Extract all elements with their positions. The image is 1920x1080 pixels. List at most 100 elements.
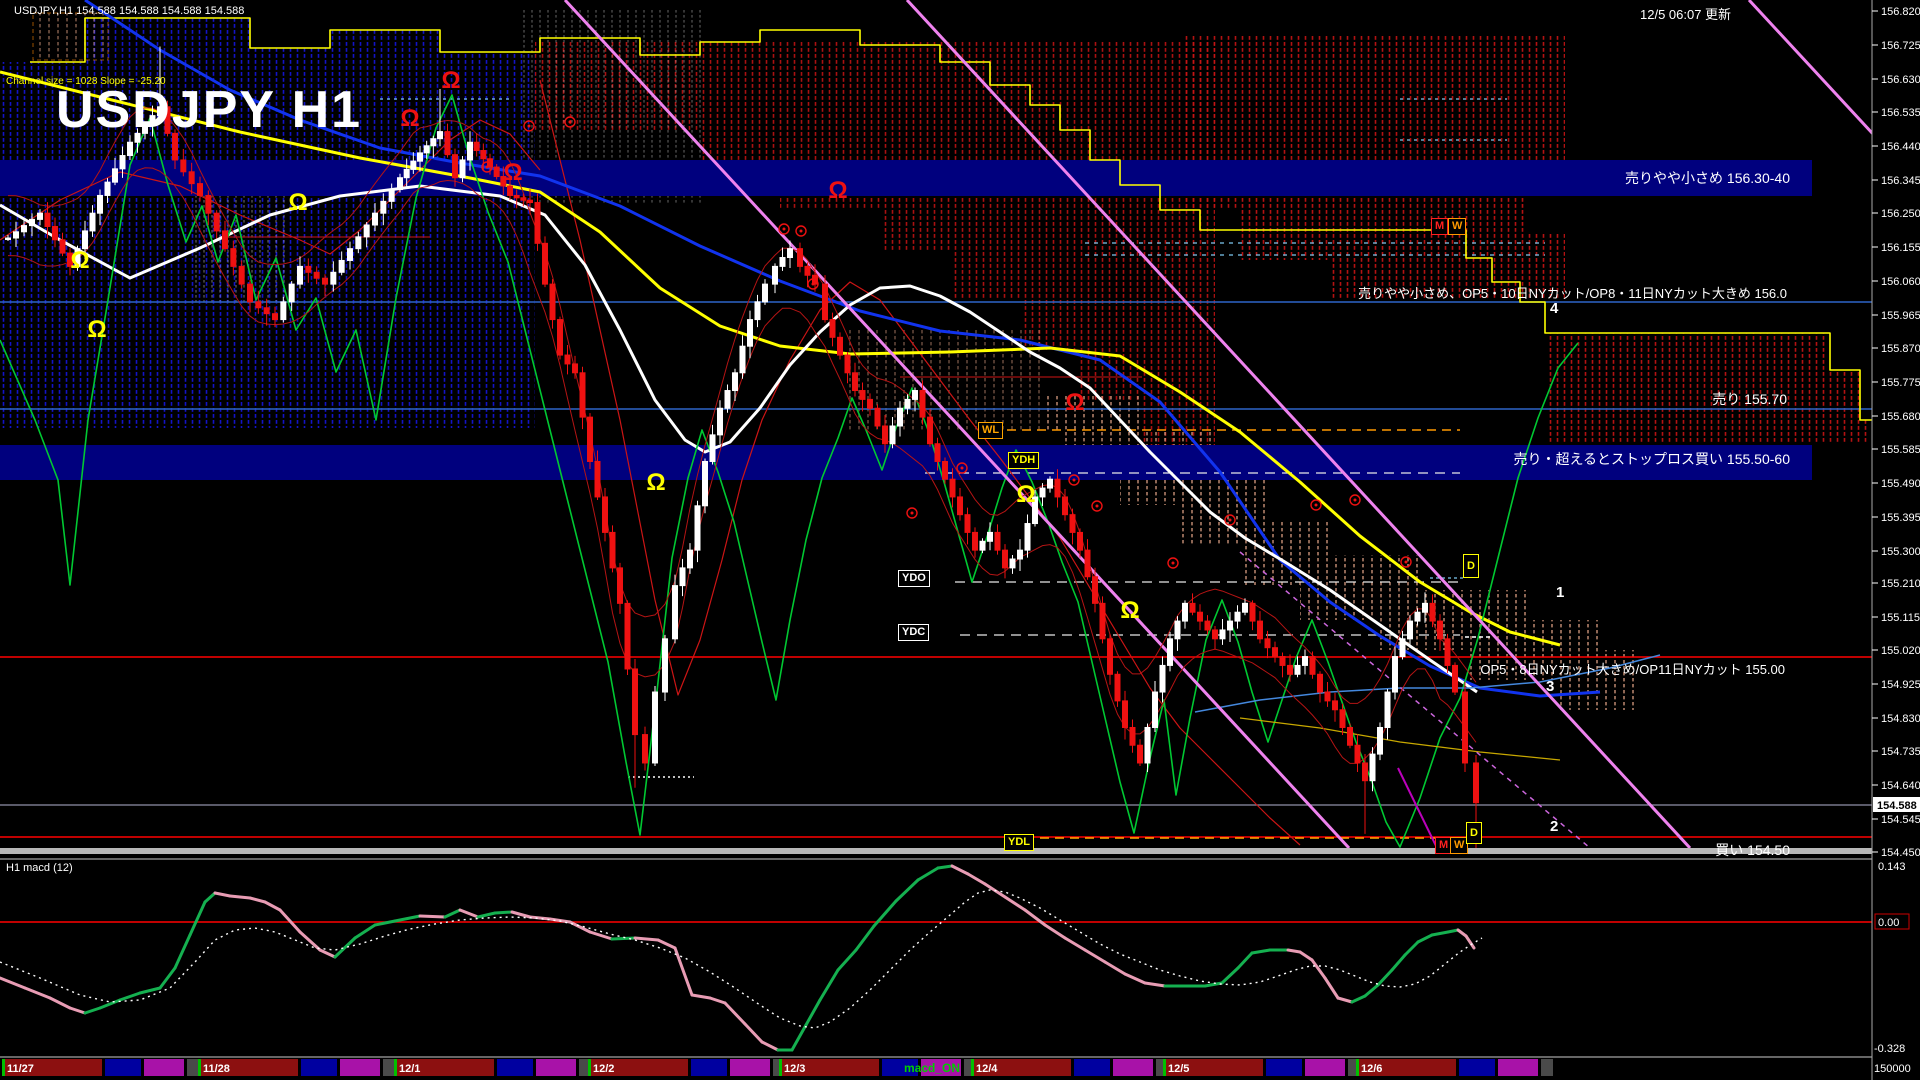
daily-toggle-button-bottom[interactable]: D (1466, 822, 1482, 844)
price-tick-label: 155.585 (1881, 444, 1920, 456)
candle-up (467, 141, 473, 161)
yesterday-open-label: YDO (898, 570, 930, 587)
macd-line-segment (1446, 928, 1460, 934)
candle-down (804, 265, 811, 276)
current-price-value: 154.588 (1877, 800, 1917, 812)
macd-line-segment (68, 1006, 87, 1015)
candle-down (1272, 647, 1278, 658)
session-segment (964, 1059, 971, 1076)
candle-down (238, 265, 245, 285)
ichimoku-box (32, 12, 109, 61)
candle-up (372, 212, 378, 226)
session-segment (144, 1059, 184, 1076)
price-chart-canvas[interactable]: ΩΩΩΩΩΩΩΩΩ ΩΩ 156.820156.725156.630156.535… (0, 0, 1920, 1080)
macd-line-segment (966, 872, 987, 886)
macd-line-segment (528, 915, 552, 921)
macd-line-segment (1363, 983, 1380, 998)
macd-line-segment (188, 900, 207, 937)
price-tick-label: 155.490 (1881, 478, 1920, 490)
candle-down (852, 372, 858, 392)
candle-down (205, 194, 212, 214)
candle-down (59, 239, 66, 254)
omega-signal-icon-yellow: Ω (1120, 597, 1139, 624)
price-tick-label: 154.830 (1881, 713, 1920, 725)
candle-down (867, 398, 873, 409)
candle-down (1347, 726, 1353, 746)
alert-target-dot (1095, 504, 1099, 508)
session-segment (1498, 1059, 1538, 1076)
candle-up (717, 407, 723, 436)
candle-down (197, 183, 203, 196)
macd-signal-line (0, 889, 1483, 1029)
price-tick-label: 155.775 (1881, 377, 1920, 389)
trading-app-window: ΩΩΩΩΩΩΩΩΩΩΩ 156.820 156.725 156.630 156.535… (0, 0, 1920, 1080)
candle-down (1324, 691, 1331, 702)
candle-down (942, 460, 948, 480)
candle-down (957, 496, 963, 516)
macd-indicator-label: H1 macd (12) (6, 862, 73, 874)
omega-signal-icon-yellow: Ω (87, 316, 106, 343)
macd-line-segment (476, 911, 497, 919)
price-tick-label: 155.680 (1881, 411, 1920, 423)
macd-line-segment (633, 936, 660, 942)
candle-down (602, 496, 608, 533)
monthly-toggle-button-top[interactable]: M (1431, 218, 1449, 235)
daily-toggle-button-mid[interactable]: D (1463, 554, 1479, 578)
candle-down (1264, 638, 1271, 649)
omega-signal-icon-yellow: Ω (646, 469, 665, 496)
candle-down (874, 407, 881, 427)
macd-toggle-button[interactable]: macd_ON (904, 1061, 960, 1075)
macd-scale[interactable]: 0.143 0.00 -0.328 150000 (1874, 861, 1911, 1075)
candle-up (912, 390, 918, 400)
price-axis[interactable]: 156.820 156.725 156.630 156.535 156.440 156.3… (1872, 6, 1920, 859)
candle-down (542, 242, 548, 285)
macd-line-segment (1286, 948, 1302, 954)
candle-up (97, 194, 103, 214)
session-segment (1266, 1059, 1302, 1076)
price-tick-label: 156.155 (1881, 242, 1920, 254)
candle-down (1429, 602, 1436, 622)
salmon-dot-zone-c (845, 330, 1040, 430)
window-title: USDJPY,H1 154.588 154.588 154.588 154.58… (14, 5, 245, 17)
candle-up (355, 236, 362, 250)
candle-down (1257, 620, 1263, 640)
candle-down (520, 197, 527, 201)
macd-line-segment (158, 966, 177, 990)
candle-down (230, 248, 237, 267)
mid-right-red-cloud (1545, 333, 1872, 443)
candle-down (222, 230, 228, 250)
candle-down (797, 248, 803, 267)
day-start-tick (1356, 1059, 1359, 1076)
candle-up (1407, 620, 1413, 640)
candle-up (652, 691, 658, 764)
weekly-low-label: WL (978, 422, 1004, 439)
candle-up (1039, 487, 1046, 498)
candle-up (672, 585, 678, 640)
macd-line-segment (1390, 953, 1407, 972)
candle-down (1137, 744, 1143, 764)
day-start-tick (394, 1059, 397, 1076)
symbol-watermark: USDJPY H1 (56, 81, 363, 139)
macd-scale-top: 0.143 (1878, 861, 1906, 873)
macd-line-segment (353, 923, 377, 940)
macd-pane[interactable] (0, 864, 1872, 1052)
candle-down (844, 354, 851, 374)
candle-down (859, 390, 866, 400)
candle-up (787, 248, 793, 259)
darkyellow-thin (1239, 717, 1561, 761)
candle-up (459, 159, 466, 179)
candle-down (557, 319, 563, 356)
candle-up (889, 425, 896, 445)
candle-down (1189, 602, 1196, 613)
candle-down (579, 372, 586, 418)
price-tick-label: 156.250 (1881, 208, 1920, 220)
yesterday-low-label: YDL (1004, 834, 1034, 851)
weekly-toggle-button-top[interactable]: W (1448, 218, 1467, 235)
candle-up (13, 231, 19, 239)
date-label: 12/1 (399, 1063, 420, 1075)
candle-down (52, 225, 58, 241)
candle-up (662, 638, 668, 693)
alert-target-dot (799, 229, 803, 233)
macd-line-segment (1123, 972, 1147, 985)
time-axis[interactable]: 11/27 11/28 12/1 12/2 12/3 12/4 12/5 12/6 (2, 1059, 1553, 1076)
